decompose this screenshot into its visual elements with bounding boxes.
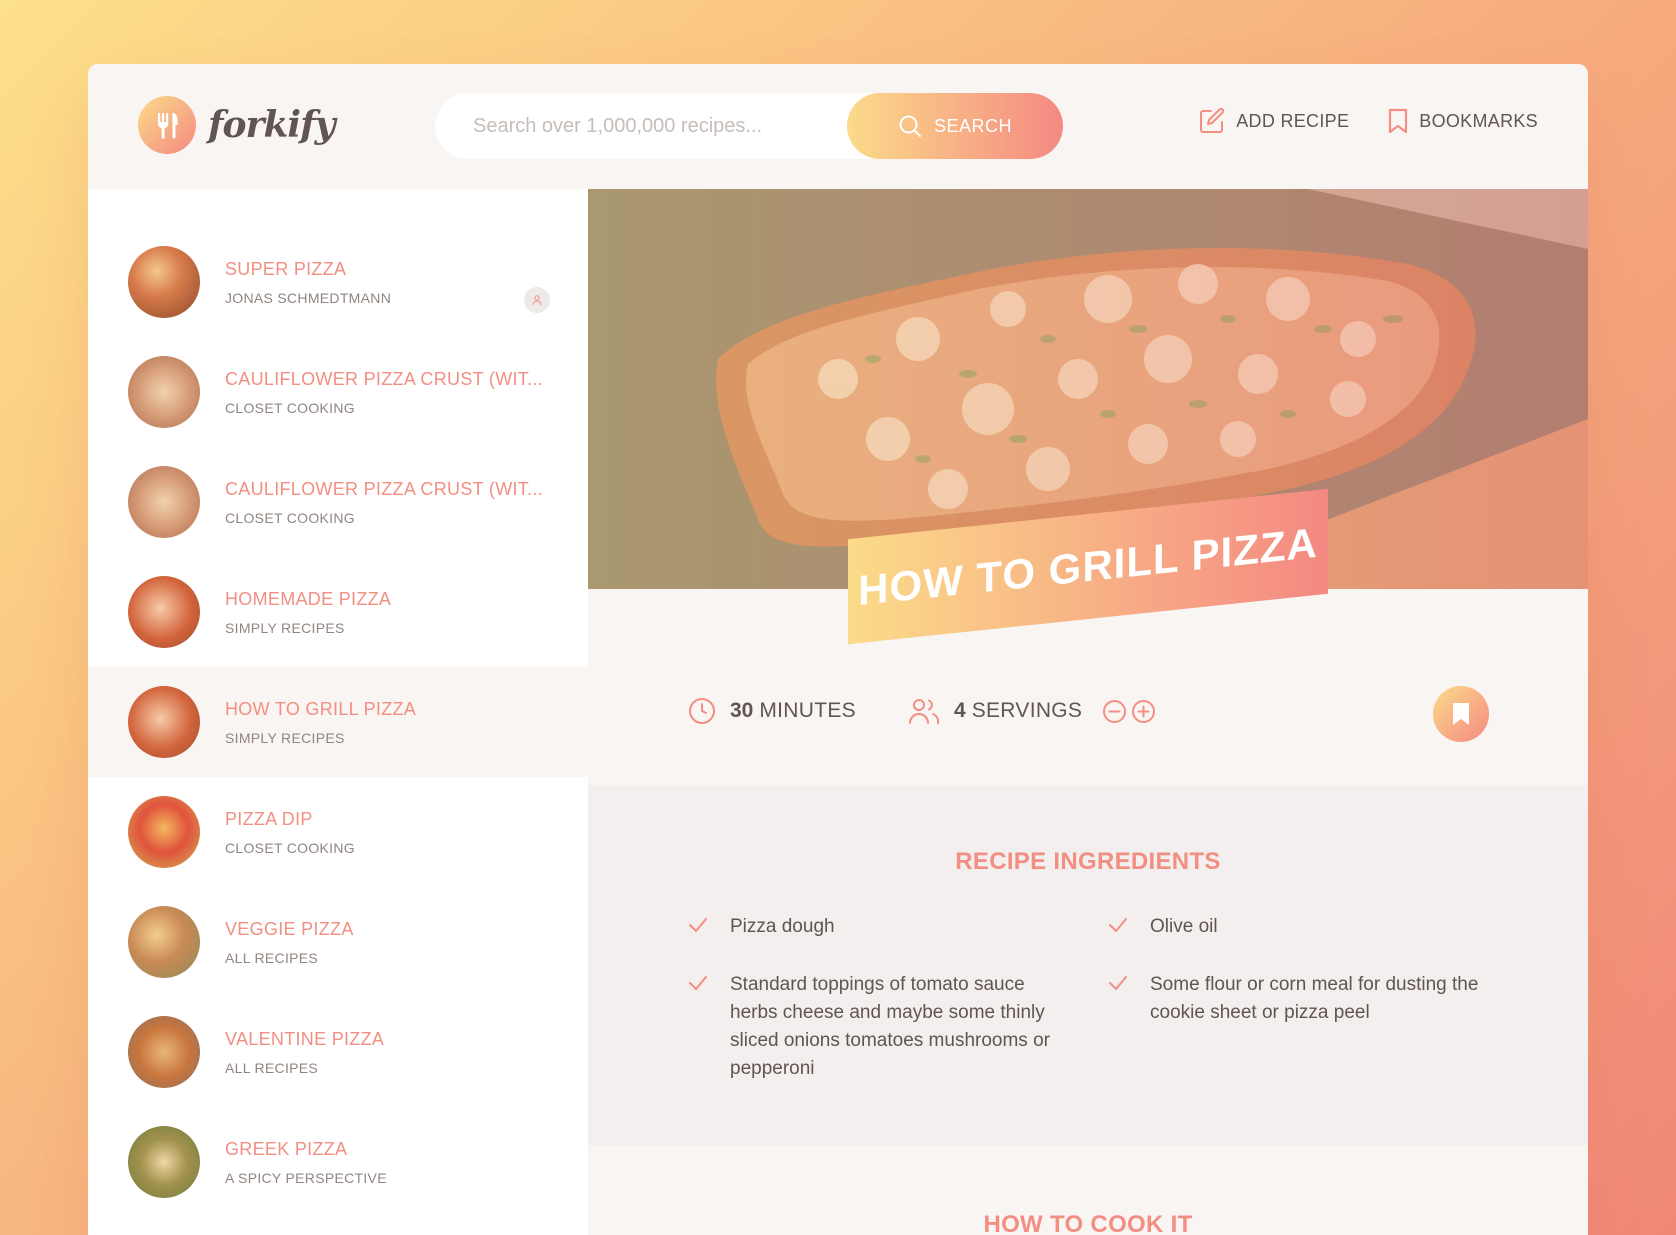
ingredient-item: Olive oil: [1108, 913, 1488, 941]
header: forkify SEARCH ADD RECIPE: [88, 64, 1588, 189]
result-title: CAULIFLOWER PIZZA CRUST (WIT...: [225, 478, 543, 499]
search-button[interactable]: SEARCH: [847, 93, 1063, 159]
recipe-details: 30 MINUTES 4 SERVINGS: [588, 589, 1588, 785]
servings-unit: SERVINGS: [971, 699, 1083, 722]
check-icon: [689, 976, 707, 990]
check-icon: [1109, 918, 1127, 932]
result-title: PIZZA DIP: [225, 808, 313, 829]
result-title: VEGGIE PIZZA: [225, 918, 354, 939]
result-title: VALENTINE PIZZA: [225, 1028, 385, 1049]
directions-heading: HOW TO COOK IT: [983, 1211, 1193, 1235]
recipe-thumbnail: [128, 576, 200, 648]
result-item[interactable]: VALENTINE PIZZA ALL RECIPES: [88, 997, 588, 1107]
recipe-view: HOW TO GRILL PIZZA 30 MINUTES 4 SERVINGS…: [588, 189, 1588, 1235]
cooking-time-unit: MINUTES: [759, 699, 856, 722]
result-item[interactable]: SUPER PIZZA JONAS SCHMEDTMANN: [88, 227, 588, 337]
logo[interactable]: forkify: [138, 96, 335, 154]
result-publisher: ALL RECIPES: [225, 1059, 319, 1076]
result-item[interactable]: VEGGIE PIZZA ALL RECIPES: [88, 887, 588, 997]
ingredient-text: Olive oil: [1150, 916, 1218, 937]
result-publisher: CLOSET COOKING: [225, 399, 355, 416]
ingredient-text: Pizza dough: [730, 916, 835, 937]
increase-servings-icon[interactable]: [1131, 699, 1156, 724]
bookmark-recipe-button[interactable]: [1433, 686, 1489, 742]
bookmarks-button[interactable]: BOOKMARKS: [1387, 107, 1538, 135]
result-publisher: JONAS SCHMEDTMANN: [225, 289, 392, 306]
check-icon: [689, 918, 707, 932]
cooking-time: 30 MINUTES: [688, 697, 856, 725]
ingredient-item: Some flour or corn meal for dusting the …: [1108, 971, 1488, 1083]
ingredient-item: Pizza dough: [688, 913, 1108, 941]
result-publisher: CLOSET COOKING: [225, 839, 355, 856]
users-icon: [909, 699, 940, 724]
result-publisher: SIMPLY RECIPES: [225, 619, 345, 636]
search-results: SUPER PIZZA JONAS SCHMEDTMANN CAULIFLOWE…: [88, 189, 588, 1235]
result-item[interactable]: CAULIFLOWER PIZZA CRUST (WIT... CLOSET C…: [88, 337, 588, 447]
recipe-thumbnail: [128, 906, 200, 978]
recipe-thumbnail: [128, 796, 200, 868]
recipe-thumbnail: [128, 466, 200, 538]
fork-knife-icon: [138, 96, 196, 154]
result-title: HOMEMADE PIZZA: [225, 588, 392, 609]
result-publisher: SIMPLY RECIPES: [225, 729, 345, 746]
add-recipe-label: ADD RECIPE: [1236, 110, 1350, 131]
result-item-active[interactable]: HOW TO GRILL PIZZA SIMPLY RECIPES: [88, 667, 588, 777]
result-title: HOW TO GRILL PIZZA: [225, 698, 417, 719]
ingredient-text: Standard toppings of tomato sauce herbs …: [730, 974, 1050, 1079]
recipe-thumbnail: [128, 1126, 200, 1198]
result-item[interactable]: HOMEMADE PIZZA SIMPLY RECIPES: [88, 557, 588, 667]
cooking-time-value: 30: [730, 699, 754, 722]
edit-icon: [1200, 107, 1225, 133]
recipe-ingredients: RECIPE INGREDIENTS Pizza dough Olive oil…: [588, 785, 1588, 1145]
search-form: SEARCH: [435, 93, 1063, 159]
search-input[interactable]: [435, 93, 845, 159]
recipe-thumbnail: [128, 356, 200, 428]
result-publisher: ALL RECIPES: [225, 949, 319, 966]
recipe-directions: HOW TO COOK IT: [588, 1145, 1588, 1235]
result-item[interactable]: PIZZA DIP CLOSET COOKING: [88, 777, 588, 887]
bookmarks-label: BOOKMARKS: [1419, 110, 1538, 131]
result-item[interactable]: GREEK PIZZA A SPICY PERSPECTIVE: [88, 1107, 588, 1217]
result-item[interactable]: CAULIFLOWER PIZZA CRUST (WIT... CLOSET C…: [88, 447, 588, 557]
result-publisher: CLOSET COOKING: [225, 509, 355, 526]
logo-text: forkify: [208, 104, 335, 146]
result-title: GREEK PIZZA: [225, 1138, 348, 1159]
result-title: CAULIFLOWER PIZZA CRUST (WIT...: [225, 368, 543, 389]
result-title: SUPER PIZZA: [225, 258, 347, 279]
ingredient-item: Standard toppings of tomato sauce herbs …: [688, 971, 1108, 1083]
ingredient-text: Some flour or corn meal for dusting the …: [1150, 974, 1479, 1023]
search-button-label: SEARCH: [933, 115, 1012, 136]
servings: 4 SERVINGS: [908, 697, 1156, 725]
add-recipe-button[interactable]: ADD RECIPE: [1198, 107, 1349, 135]
recipe-thumbnail: [128, 686, 200, 758]
clock-icon: [689, 698, 715, 724]
user-generated-icon: [524, 287, 550, 313]
bookmark-icon: [1389, 108, 1408, 134]
recipe-thumbnail: [128, 1016, 200, 1088]
recipe-thumbnail: [128, 246, 200, 318]
decrease-servings-icon[interactable]: [1102, 699, 1127, 724]
check-icon: [1109, 976, 1127, 990]
result-publisher: A SPICY PERSPECTIVE: [225, 1169, 387, 1186]
ingredient-list: Pizza dough Olive oil Standard toppings …: [688, 913, 1488, 1083]
servings-value: 4: [954, 699, 966, 722]
search-icon: [899, 115, 921, 137]
app-container: forkify SEARCH ADD RECIPE: [88, 64, 1588, 1235]
ingredients-heading: RECIPE INGREDIENTS: [955, 848, 1221, 875]
bookmark-fill-icon: [1453, 703, 1469, 725]
nav: ADD RECIPE BOOKMARKS: [1198, 107, 1538, 135]
